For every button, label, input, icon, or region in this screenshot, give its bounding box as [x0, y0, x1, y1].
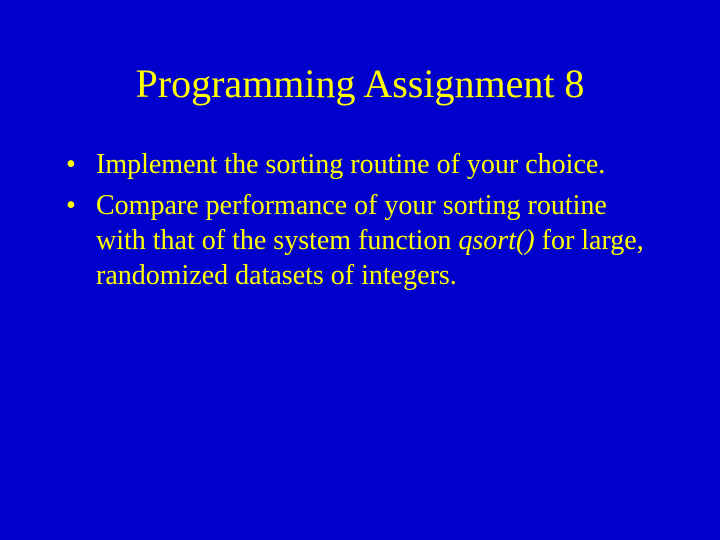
bullet-text: Implement the sorting routine of your ch…: [96, 149, 605, 180]
slide-title: Programming Assignment 8: [0, 0, 720, 117]
bullet-list: Implement the sorting routine of your ch…: [60, 147, 660, 293]
list-item: Compare performance of your sorting rout…: [60, 188, 660, 293]
bullet-emph: qsort(): [458, 225, 534, 256]
slide-body: Implement the sorting routine of your ch…: [0, 117, 720, 293]
list-item: Implement the sorting routine of your ch…: [60, 147, 660, 182]
slide: Programming Assignment 8 Implement the s…: [0, 0, 720, 540]
